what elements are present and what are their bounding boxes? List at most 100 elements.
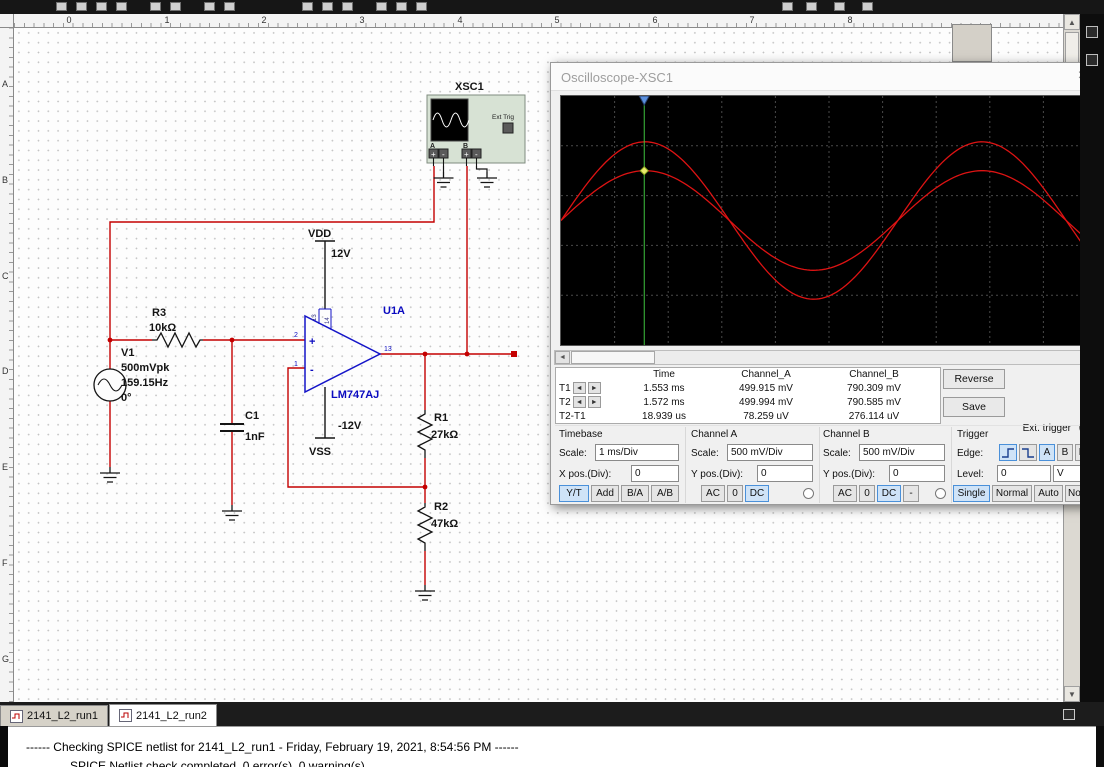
scroll-thumb[interactable] [571,351,655,364]
spice-status-line2: SPICE Netlist check completed, 0 error(s… [70,759,365,767]
oscilloscope-window[interactable]: Oscilloscope-XSC1 × ◄ ► Time Channel_A C… [550,62,1098,505]
tab-list-icon [1063,709,1075,720]
channel-a-scale-input[interactable] [727,444,813,461]
ruler-letter: B [2,175,9,185]
t1-right-icon[interactable]: ► [587,382,601,394]
trigger-level-label: Level: [957,469,984,480]
timebase-title: Timebase [559,429,603,440]
channel-b-0-button[interactable]: 0 [859,485,875,502]
channel-b-ypos-input[interactable] [889,465,945,482]
scroll-up-icon[interactable]: ▲ [1064,14,1080,30]
divider [685,427,686,503]
ruler-top: 0 1 2 3 4 5 6 7 8 [14,14,1063,28]
timebase-scale-input[interactable] [595,444,679,461]
scroll-left-icon[interactable]: ◄ [555,351,570,364]
right-toolbar-icon [1086,54,1098,66]
trigger-auto-button[interactable]: Auto [1034,485,1063,502]
trigger-b-button[interactable]: B [1057,444,1073,461]
scroll-down-icon[interactable]: ▼ [1064,686,1080,702]
falling-edge-icon[interactable] [1019,444,1037,461]
spice-status-line1: ------ Checking SPICE netlist for 2141_L… [26,740,519,754]
channel-b-minus-button[interactable]: - [903,485,919,502]
right-toolbar-fragment [1080,0,1104,767]
channel-a-title: Channel A [691,429,738,440]
channel-b-ac-button[interactable]: AC [833,485,857,502]
reverse-button[interactable]: Reverse [943,369,1005,389]
trigger-single-button[interactable]: Single [953,485,990,502]
readout-col-channel-b: Channel_B [849,369,899,380]
t2t1-channel-a: 78.259 uV [743,410,789,422]
channel-b-ypos-label: Y pos.(Div): [823,469,876,480]
scope-trace-area [560,95,1097,345]
trigger-title: Trigger [957,429,989,440]
timebase-xpos-label: X pos.(Div): [559,469,612,480]
t2-channel-b: 790.585 mV [847,396,901,408]
channel-a-0-button[interactable]: 0 [727,485,743,502]
scope-display [560,95,1098,346]
t1-channel-a: 499.915 mV [739,382,793,394]
ruler-letter: E [2,462,9,472]
schematic-sheet-icon [118,709,132,722]
ruler-number: 7 [749,15,755,25]
ruler-letter: C [2,271,9,281]
cursor-readout-panel: Time Channel_A Channel_B T1 ◄ ► 1.553 ms… [555,367,941,424]
channel-a-dc-button[interactable]: DC [745,485,769,502]
add-button[interactable]: Add [591,485,619,502]
channel-b-dc-button[interactable]: DC [877,485,901,502]
trigger-level-unit: V [1057,468,1064,479]
timebase-xpos-input[interactable] [631,465,679,482]
t2-channel-a: 499.994 mV [739,396,793,408]
t1-channel-b: 790.309 mV [847,382,901,394]
channel-a-radio[interactable] [803,488,814,499]
t2-left-icon[interactable]: ◄ [572,396,586,408]
channel-b-scale-input[interactable] [859,444,945,461]
sheet-tab-run2[interactable]: 2141_L2_run2 [108,704,217,726]
ruler-number: 2 [261,15,267,25]
ruler-number: 5 [554,15,560,25]
channel-a-scale-label: Scale: [691,448,719,459]
sheet-tab-bar: 2141_L2_run1 2141_L2_run2 [0,702,1104,726]
ruler-left: A B C D E F G [0,28,14,702]
rising-edge-icon[interactable] [999,444,1017,461]
t2-time: 1.572 ms [643,396,685,408]
t1-left-icon[interactable]: ◄ [572,382,586,394]
tab-list-button[interactable] [1060,707,1078,722]
window-title: Oscilloscope-XSC1 [561,70,673,85]
readout-col-channel-a: Channel_A [741,369,791,380]
trigger-a-button[interactable]: A [1039,444,1055,461]
trigger-level-input[interactable] [997,465,1051,482]
ruler-number: 4 [457,15,463,25]
trigger-normal-button[interactable]: Normal [992,485,1032,502]
ruler-number: 0 [66,15,72,25]
t2t1-time: 18.939 us [642,410,686,422]
ab-button[interactable]: A/B [651,485,679,502]
channel-a-ac-button[interactable]: AC [701,485,725,502]
scope-hscrollbar[interactable]: ◄ ► [554,350,1096,365]
timebase-scale-label: Scale: [559,448,587,459]
ruler-number: 8 [847,15,853,25]
channel-a-ypos-input[interactable] [757,465,813,482]
divider [555,425,1095,426]
ba-button[interactable]: B/A [621,485,649,502]
oscilloscope-titlebar[interactable]: Oscilloscope-XSC1 × [551,63,1097,91]
yt-button[interactable]: Y/T [559,485,589,502]
t1-label: T1 [559,382,571,394]
t2-label: T2 [559,396,571,408]
trigger-edge-label: Edge: [957,448,984,459]
ruler-letter: F [2,558,8,568]
ruler-letter: D [2,366,9,376]
ruler-letter: A [2,79,9,89]
ruler-number: 3 [359,15,365,25]
ruler-letter: G [2,654,10,664]
sheet-tab-run1[interactable]: 2141_L2_run1 [0,705,108,726]
readout-col-time: Time [653,369,675,380]
divider [819,427,820,503]
ruler-corner [0,14,14,28]
t2-right-icon[interactable]: ► [587,396,601,408]
divider [951,427,952,503]
t2t1-channel-b: 276.114 uV [848,410,900,422]
ruler-number: 6 [652,15,658,25]
save-button[interactable]: Save [943,397,1005,417]
channel-b-scale-label: Scale: [823,448,851,459]
channel-b-radio[interactable] [935,488,946,499]
